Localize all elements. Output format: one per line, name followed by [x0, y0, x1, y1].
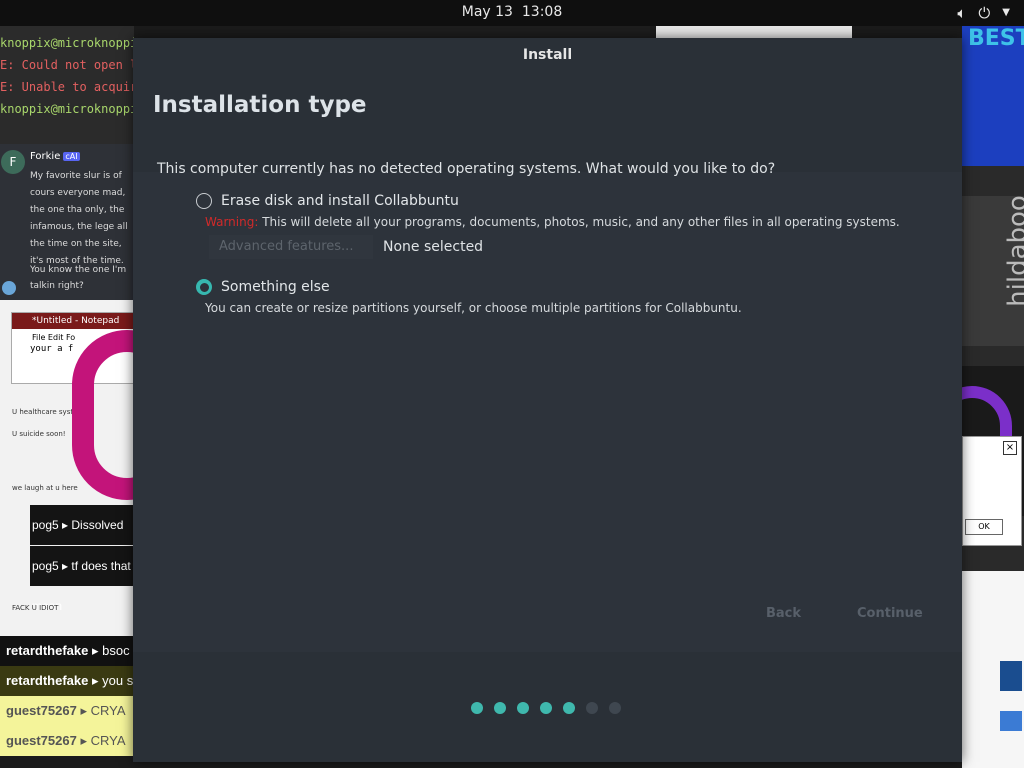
background-window [962, 571, 1024, 768]
installation-question: This computer currently has no detected … [157, 161, 776, 177]
background-terminal: knoppix@microknoppix:~$ apt install E: C… [0, 26, 134, 144]
continue-button[interactable]: Continue [857, 606, 923, 621]
option-erase-disk[interactable]: Erase disk and install Collabbuntu [196, 193, 459, 209]
chat-tag: cAI [63, 152, 80, 161]
clock-date: May 13 [461, 4, 513, 20]
progress-dot [563, 702, 575, 714]
progress-dot [586, 702, 598, 714]
terminal-line: knoppix@microknoppix:~$ apt install [0, 36, 134, 50]
avatar: F [1, 150, 25, 174]
radio-erase-disk[interactable] [196, 193, 212, 209]
progress-dots [471, 702, 621, 714]
avatar [2, 281, 16, 295]
power-icon[interactable]: ⏻ [978, 3, 990, 23]
chat-message: You know the one I'm talkin right? [30, 265, 127, 291]
progress-dot [540, 702, 552, 714]
dialog-ok-button: OK [965, 519, 1003, 535]
background-right-windows: BEST hildaboo × OK [962, 26, 1024, 768]
notepad-title: *Untitled - Notepad [12, 313, 133, 329]
terminal-line: knoppix@microknoppix:~$ [0, 102, 134, 116]
background-image: BEST [962, 26, 1024, 166]
window-title[interactable]: Install [133, 38, 962, 72]
chevron-down-icon[interactable]: ▼ [1002, 3, 1010, 23]
page-title: Installation type [153, 92, 367, 118]
radio-something-else[interactable] [196, 279, 212, 295]
chat-author-name: Forkie [30, 151, 61, 162]
option-something-else[interactable]: Something else [196, 279, 330, 295]
progress-dot [471, 702, 483, 714]
background-chat-rows: retardthefake ▸ bsoc retardthefake ▸ you… [0, 636, 134, 756]
progress-dot [609, 702, 621, 714]
chat-row: guest75267 ▸ CRYA [0, 696, 134, 726]
collage-text: we laugh at u here [12, 484, 78, 492]
app-tile [1000, 661, 1022, 691]
background-image: hildaboo [962, 195, 1024, 346]
terminal-line: E: Could not open lock file /var/l [0, 58, 134, 72]
collage-strip: pog5 ▸ tf does that mean [30, 546, 134, 613]
close-icon: × [1003, 441, 1017, 455]
advanced-features-button[interactable]: Advanced features... [209, 235, 373, 259]
installer-window: Install Installation type This computer … [133, 38, 962, 762]
option-description: Warning: This will delete all your progr… [205, 215, 900, 229]
chat-row: retardthefake ▸ bsoc [0, 636, 134, 666]
warning-label: Warning: [205, 215, 259, 229]
top-bar: May 13 13:08 🔈︎ ⏻ ▼ [0, 0, 1024, 26]
warning-text: This will delete all your programs, docu… [262, 215, 900, 229]
background-chat: F Forkie cAI My favorite slur is of cours… [0, 144, 134, 300]
page-header: Installation type [133, 72, 962, 172]
chat-row: retardthefake ▸ you s [0, 666, 134, 696]
option-label: Erase disk and install Collabbuntu [221, 193, 459, 209]
clock[interactable]: May 13 13:08 [0, 4, 1024, 20]
chat-row: guest75267 ▸ CRYA [0, 726, 134, 756]
volume-icon[interactable]: 🔈︎ [957, 3, 966, 23]
option-description: You can create or resize partitions your… [205, 301, 742, 315]
terminal-line: E: Unable to acquire the dpkg fron [0, 80, 134, 94]
collage-text: U suicide soon! [12, 430, 66, 438]
chat-author: Forkie cAI [30, 151, 80, 162]
background-dialog: × OK [962, 436, 1022, 546]
system-tray[interactable]: 🔈︎ ⏻ ▼ [957, 3, 1010, 23]
collage-text: FACK U IDIOT [12, 604, 59, 612]
back-button[interactable]: Back [766, 606, 801, 621]
clock-time: 13:08 [521, 4, 563, 20]
advanced-features-value: None selected [383, 239, 484, 255]
chat-message: My favorite slur is of cours everyone ma… [30, 171, 128, 266]
progress-dot [494, 702, 506, 714]
progress-dot [517, 702, 529, 714]
option-label: Something else [221, 279, 330, 295]
collage-strip: pog5 ▸ Dissolved [30, 505, 134, 545]
app-tile [1000, 711, 1022, 731]
